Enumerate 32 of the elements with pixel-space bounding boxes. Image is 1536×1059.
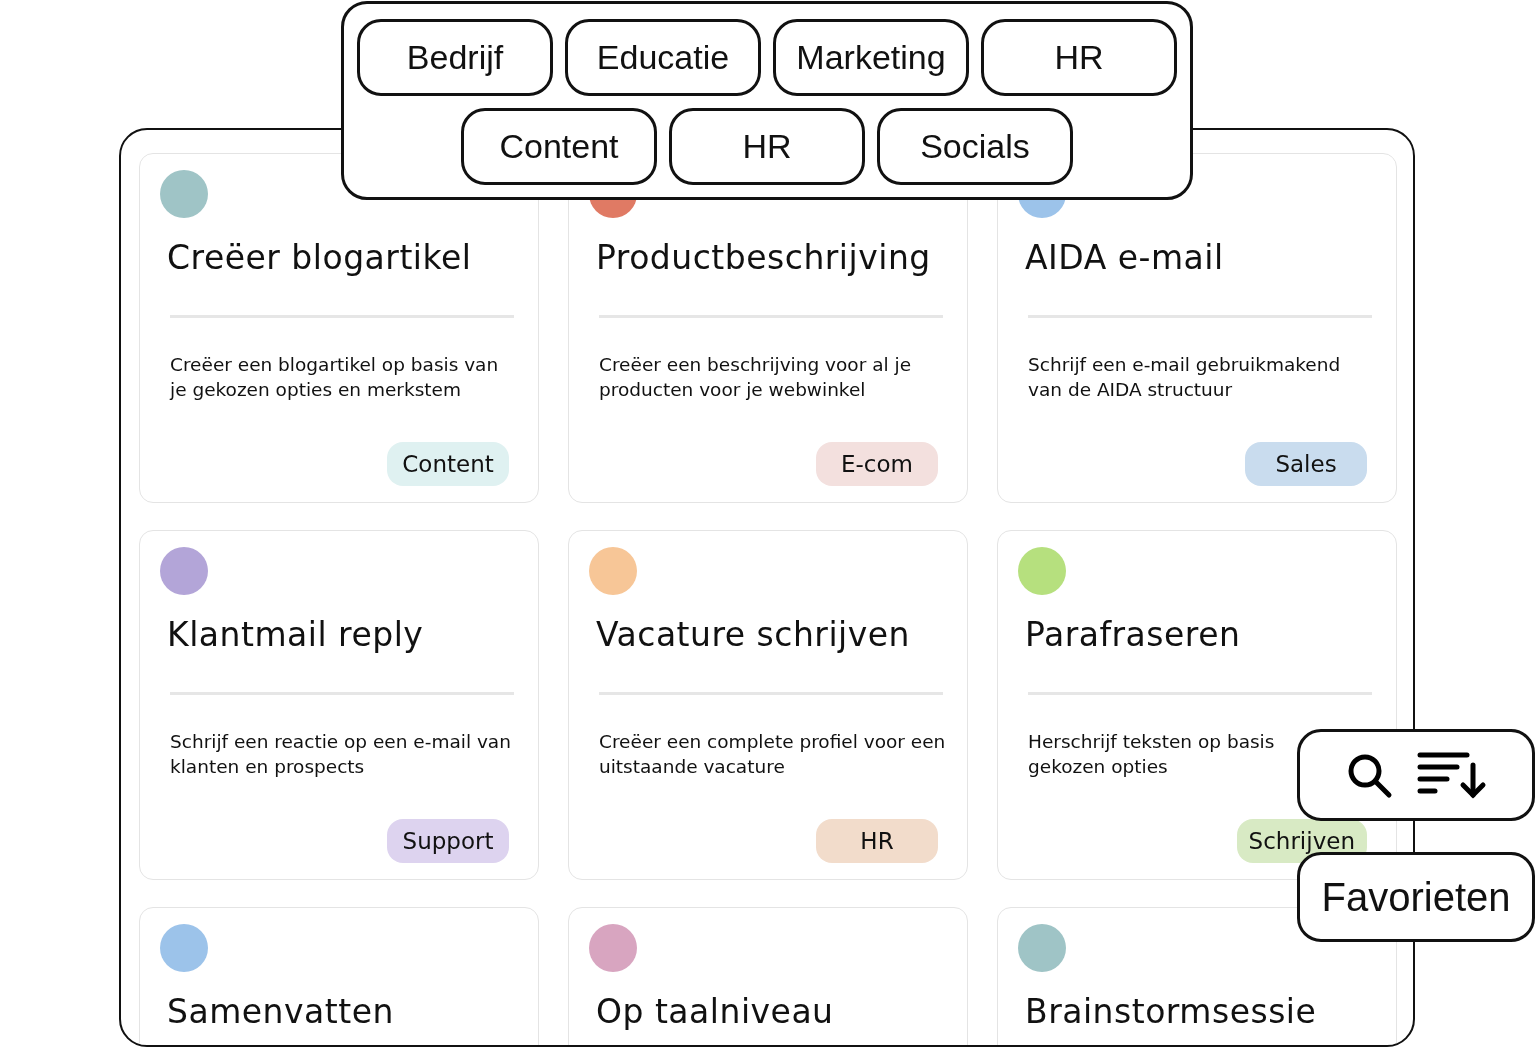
- template-card[interactable]: Vacature schrijven Creëer een complete profiel voor een uitstaande vacature HR: [568, 530, 968, 880]
- filter-chip[interactable]: Marketing: [773, 19, 969, 96]
- category-tag: Sales: [1245, 442, 1367, 486]
- card-title: Vacature schrijven: [596, 615, 911, 654]
- filter-chip[interactable]: Bedrijf: [357, 19, 553, 96]
- card-title: Samenvatten: [167, 992, 395, 1031]
- template-card[interactable]: Klantmail reply Schrijf een reactie op een e-mail van klanten en prospects Support: [139, 530, 539, 880]
- card-description: Schrijf een reactie op een e-mail van klanten en prospects: [170, 730, 512, 779]
- card-description: Creëer een beschrijving voor al je producten voor je webwinkel: [599, 353, 913, 402]
- card-title: Brainstormsessie: [1025, 992, 1318, 1031]
- card-title: Productbeschrijving: [596, 238, 932, 277]
- filter-chip[interactable]: Educatie: [565, 19, 761, 96]
- card-description: Creëer een blogartikel op basis van je gekozen opties en merkstem: [170, 353, 500, 402]
- filter-chip[interactable]: Content: [461, 108, 657, 185]
- card-title: Klantmail reply: [167, 615, 425, 654]
- card-title: Creëer blogartikel: [167, 238, 473, 277]
- filter-chip[interactable]: HR: [669, 108, 865, 185]
- category-tag: Support: [387, 819, 509, 863]
- card-title: AIDA e-mail: [1025, 238, 1225, 277]
- filter-chip[interactable]: Socials: [877, 108, 1073, 185]
- category-tag: E-com: [816, 442, 938, 486]
- filter-chip[interactable]: HR: [981, 19, 1177, 96]
- card-title: Op taalniveau: [596, 992, 835, 1031]
- card-description: Schrijf een e-mail gebruikmakend van de AIDA structuur: [1028, 353, 1342, 402]
- template-card[interactable]: Op taalniveau: [568, 907, 968, 1045]
- card-description: Herschrijf teksten op basis gekozen opties: [1028, 730, 1276, 779]
- category-tag: Content: [387, 442, 509, 486]
- card-title: Parafraseren: [1025, 615, 1242, 654]
- template-card[interactable]: Samenvatten: [139, 907, 539, 1045]
- sort-icon[interactable]: [1417, 751, 1487, 799]
- category-tag: HR: [816, 819, 938, 863]
- card-description: Creëer een complete profiel voor een uitstaande vacature: [599, 730, 947, 779]
